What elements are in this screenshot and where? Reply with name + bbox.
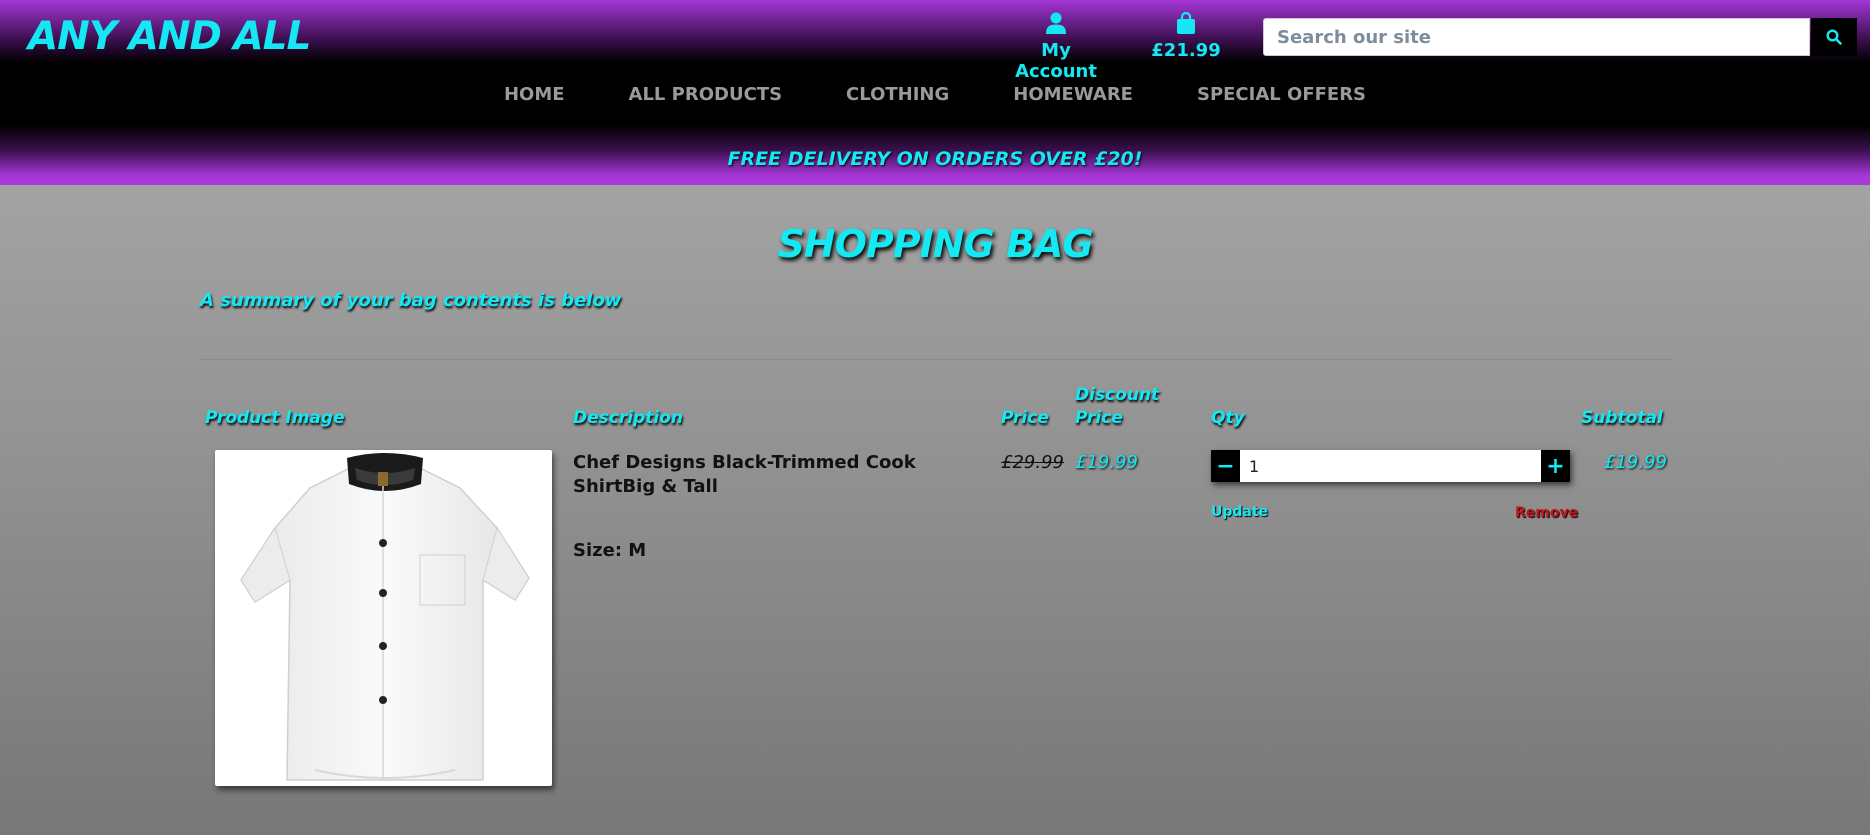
product-discount-price: £19.99	[1075, 452, 1138, 473]
quantity-input[interactable]	[1240, 450, 1541, 482]
user-icon	[1046, 12, 1066, 34]
my-account-label: My Account	[1015, 40, 1097, 82]
divider	[200, 359, 1672, 360]
search-form	[1263, 18, 1870, 56]
my-account-link[interactable]: My Account	[1000, 12, 1112, 82]
header-discount-line2: Price	[1075, 408, 1123, 428]
nav-all-products[interactable]: ALL PRODUCTS	[597, 84, 815, 105]
update-link[interactable]: Update	[1211, 504, 1268, 520]
shopping-bag-link[interactable]: £21.99	[1150, 11, 1222, 61]
quantity-stepper: − +	[1211, 450, 1570, 482]
site-logo[interactable]: ANY AND ALL	[28, 14, 311, 59]
search-icon	[1826, 29, 1842, 45]
search-button[interactable]	[1811, 18, 1857, 56]
header-description: Description	[573, 408, 683, 428]
main-nav: HOME ALL PRODUCTS CLOTHING HOMEWARE SPEC…	[0, 84, 1870, 105]
nav-special-offers[interactable]: SPECIAL OFFERS	[1165, 84, 1398, 105]
line-subtotal: £19.99	[1604, 452, 1667, 473]
remove-link[interactable]: Remove	[1515, 505, 1578, 521]
product-image[interactable]	[215, 450, 552, 786]
increment-qty-button[interactable]: +	[1541, 450, 1570, 482]
page-title: SHOPPING BAG	[777, 222, 1093, 266]
header-discount-line1: Discount	[1075, 385, 1160, 405]
header-discount-price: Discount Price	[1075, 384, 1159, 430]
bag-total: £21.99	[1151, 40, 1221, 61]
product-description: Chef Designs Black-Trimmed Cook ShirtBig…	[573, 452, 916, 497]
header-price: Price	[1001, 408, 1049, 428]
delivery-banner: FREE DELIVERY ON ORDERS OVER £20!	[727, 148, 1143, 170]
nav-homeware[interactable]: HOMEWARE	[981, 84, 1165, 105]
header-product-image: Product Image	[205, 408, 345, 428]
header-qty: Qty	[1211, 408, 1245, 428]
site-header: ANY AND ALL My Account £21.99 HOME ALL P…	[0, 0, 1870, 185]
product-price: £29.99	[1001, 452, 1064, 473]
nav-clothing[interactable]: CLOTHING	[814, 84, 981, 105]
chef-shirt-illustration	[240, 453, 530, 781]
nav-home[interactable]: HOME	[472, 84, 597, 105]
header-subtotal: Subtotal	[1581, 408, 1663, 428]
product-size: Size: M	[573, 540, 647, 561]
page-summary: A summary of your bag contents is below	[200, 290, 622, 311]
search-input[interactable]	[1263, 18, 1810, 56]
decrement-qty-button[interactable]: −	[1211, 450, 1240, 482]
shopping-bag-icon	[1177, 11, 1195, 34]
